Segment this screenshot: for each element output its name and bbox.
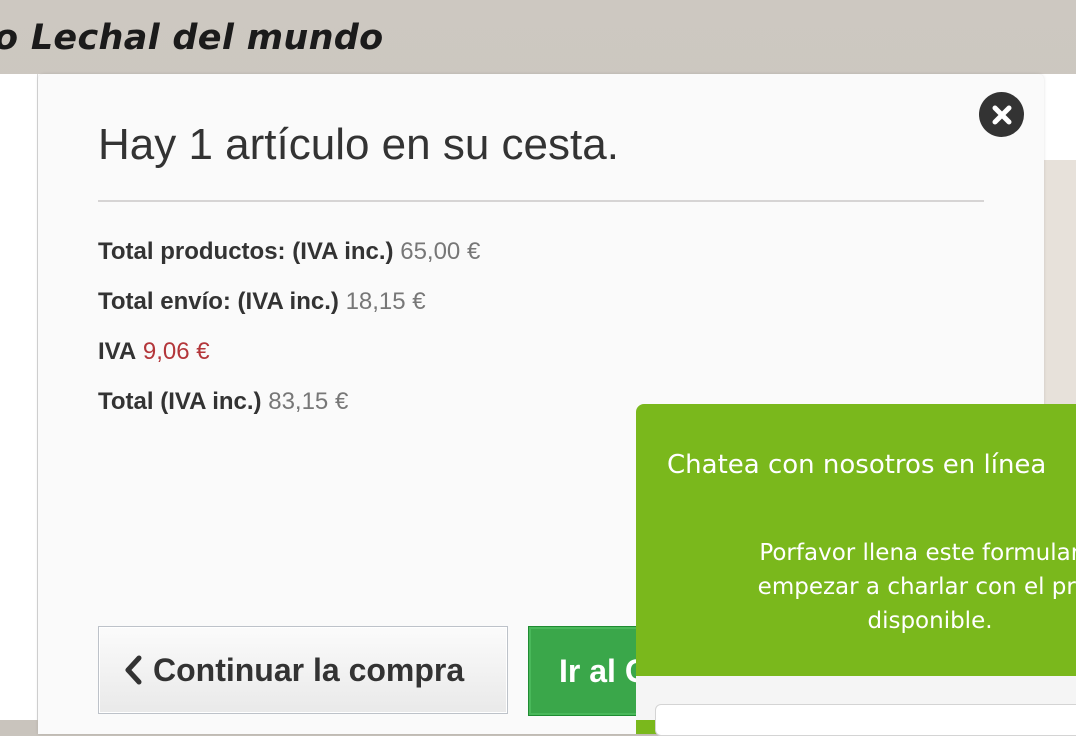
checkout-label: Ir al C — [559, 652, 648, 689]
summary-total-shipping: Total envío: (IVA inc.) 18,15 € — [98, 288, 426, 315]
modal-divider — [98, 200, 984, 202]
summary-total: Total (IVA inc.) 83,15 € — [98, 388, 349, 415]
chat-title: Chatea con nosotros en línea — [667, 450, 1047, 480]
close-button[interactable] — [979, 92, 1024, 137]
chat-name-field[interactable] — [655, 704, 1076, 736]
chevron-left-icon — [123, 655, 143, 685]
chat-message: Porfavor llena este formulario empezar a… — [757, 540, 1076, 634]
close-icon — [992, 105, 1011, 124]
summary-total-products: Total productos: (IVA inc.) 65,00 € — [98, 238, 481, 265]
continue-shopping-button[interactable]: Continuar la compra — [98, 626, 508, 714]
summary-tax: IVA 9,06 € — [98, 338, 210, 365]
modal-title: Hay 1 artículo en su cesta. — [98, 120, 619, 169]
continue-shopping-label: Continuar la compra — [153, 651, 465, 688]
page-heading: o Lechal del mundo — [0, 18, 384, 58]
